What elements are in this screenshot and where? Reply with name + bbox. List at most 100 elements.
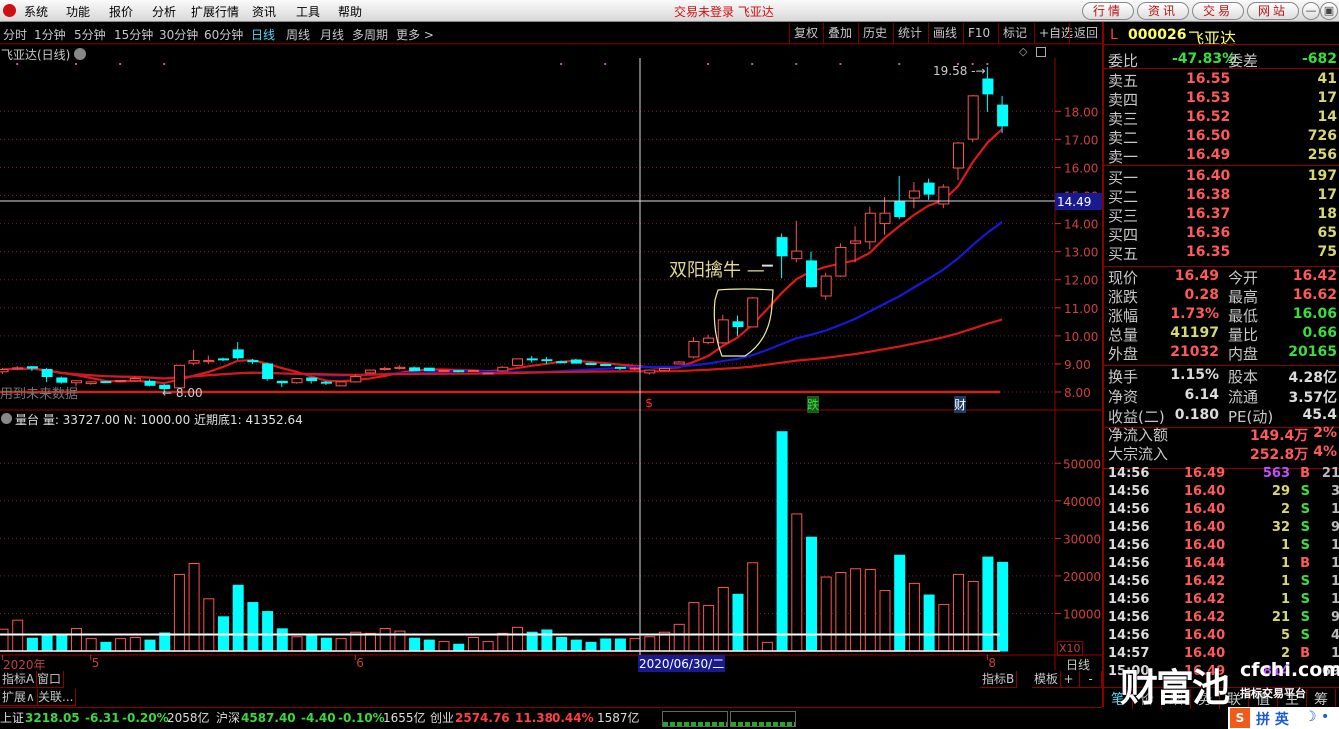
ime-toolbar[interactable]: S 拼 英 ☽ • <box>1228 707 1339 729</box>
toolbar-button[interactable]: 返回 <box>1069 23 1102 43</box>
volume-bar <box>585 641 597 652</box>
price-tick-label: 9.00 <box>1064 358 1091 372</box>
index-name[interactable]: 沪深 <box>216 708 240 728</box>
ime-mode[interactable]: 拼 英 <box>1256 709 1289 729</box>
index-name[interactable]: 上证 <box>0 708 24 728</box>
volume-bar <box>688 602 700 652</box>
panel-toggle-icon[interactable] <box>1036 47 1046 57</box>
order-level-label: 卖三 <box>1108 110 1139 128</box>
volume-bar <box>85 638 97 652</box>
event-marker[interactable]: 跌 <box>807 396 820 413</box>
flow-value: 252.8万 <box>1250 447 1309 463</box>
volume-bar <box>409 637 421 652</box>
trade-price: 16.44 <box>1184 556 1226 571</box>
trade-direction: S <box>1300 502 1310 517</box>
menu-item[interactable]: 扩展行情 <box>191 3 239 20</box>
trade-row: 14:56 16.42 21 S 9 <box>1108 609 1339 627</box>
top-button[interactable]: 网站 <box>1247 2 1299 20</box>
menu-item[interactable]: 功能 <box>66 3 90 20</box>
trade-count: 1 <box>1330 502 1339 517</box>
candle-body <box>423 367 435 372</box>
weibi-label: 委比 <box>1108 52 1139 70</box>
price-tick-label: 18.00 <box>1064 105 1098 119</box>
menu-item[interactable]: 工具 <box>296 3 320 20</box>
chart-control-button[interactable]: 指标B <box>980 671 1018 688</box>
volume-dropdown-icon[interactable] <box>1 413 12 424</box>
menu-item[interactable]: 分析 <box>152 3 176 20</box>
trade-volume: 1 <box>1280 592 1290 607</box>
chart-control-button[interactable]: + <box>1058 671 1080 688</box>
restore-icon[interactable]: ▣ <box>1320 2 1338 20</box>
toolbar-button[interactable]: 叠加 <box>823 23 856 43</box>
stock-name: 飞亚达 <box>1188 29 1237 48</box>
period-tab[interactable]: 月线 <box>320 26 344 43</box>
candle <box>26 366 38 371</box>
moon-icon[interactable]: ☽ • <box>1304 709 1329 725</box>
candle-body <box>188 360 200 364</box>
market-breadth-icon <box>662 711 728 727</box>
menu-item[interactable]: 系统 <box>24 3 48 20</box>
index-change: -6.31 <box>85 711 120 725</box>
order-level-label: 买五 <box>1108 245 1139 263</box>
order-volume: 197 <box>1307 168 1337 184</box>
bottom-tab[interactable]: 扩展∧ <box>0 689 38 706</box>
event-marker[interactable]: 财 <box>954 396 967 413</box>
bottom-tab[interactable]: 关联... <box>36 689 77 706</box>
period-tab[interactable]: 多周期 <box>352 26 388 43</box>
bottom-tab[interactable]: 窗口 <box>35 671 65 688</box>
period-tab[interactable]: 更多 > <box>396 26 434 43</box>
candle <box>262 362 274 381</box>
event-marker[interactable]: $ <box>645 396 653 410</box>
index-name[interactable]: 创业 <box>430 708 454 728</box>
menu-item[interactable]: 资讯 <box>252 3 276 20</box>
fundamental-value: 4.28亿 <box>1288 370 1337 386</box>
top-button[interactable]: 资讯 <box>1137 2 1189 20</box>
kline-chart[interactable]: 8.009.0010.0011.0012.0013.0014.0015.0016… <box>0 44 1102 670</box>
volume-bar <box>56 635 68 652</box>
chart-control-button[interactable]: 模板 <box>1032 671 1062 688</box>
toolbar-button[interactable]: F10 <box>963 23 994 43</box>
draw-diamond-icon[interactable]: ◇ <box>1019 45 1027 58</box>
trade-time: 14:56 <box>1108 502 1150 517</box>
chart-dropdown-icon[interactable] <box>74 48 86 60</box>
signal-dot <box>707 63 710 65</box>
toolbar-button[interactable]: 统计 <box>893 23 926 43</box>
period-tab[interactable]: 60分钟 <box>204 26 243 43</box>
trade-volume: 32 <box>1271 520 1290 535</box>
chart-control-button[interactable]: - <box>1080 671 1102 688</box>
order-level-label: 买二 <box>1108 188 1139 206</box>
bottom-tab[interactable]: 指标A <box>0 671 38 688</box>
top-button[interactable]: 交易 <box>1192 2 1244 20</box>
trade-volume: 1 <box>1280 538 1290 553</box>
period-tab[interactable]: 5分钟 <box>74 26 106 43</box>
period-tab[interactable]: 分时 <box>3 26 27 43</box>
menu-item[interactable]: 报价 <box>109 3 133 20</box>
toolbar-button[interactable]: 画线 <box>928 23 961 43</box>
period-tab[interactable]: 日线 <box>251 26 275 43</box>
candle <box>218 357 229 362</box>
top-button[interactable]: 行情 <box>1082 2 1134 20</box>
menu-item[interactable]: 帮助 <box>338 3 362 20</box>
volume-bar <box>776 431 788 652</box>
period-tab[interactable]: 周线 <box>286 26 310 43</box>
trade-price: 16.40 <box>1184 502 1226 517</box>
index-amount: 1587亿 <box>597 711 640 725</box>
period-tab[interactable]: 1分钟 <box>34 26 66 43</box>
order-level-label: 卖一 <box>1108 148 1139 166</box>
candle <box>438 369 450 372</box>
stat-value: 16.42 <box>1292 268 1337 284</box>
minimize-icon[interactable]: — <box>1302 2 1320 20</box>
trade-count: 1 <box>1330 574 1339 589</box>
date-label: 8 <box>988 656 997 670</box>
toolbar-button[interactable]: 复权 <box>789 23 822 43</box>
period-tab[interactable]: 15分钟 <box>114 26 153 43</box>
candle-body <box>526 358 538 361</box>
trade-price: 16.42 <box>1184 574 1226 589</box>
index-percent: 0.44% <box>552 711 594 725</box>
candle <box>144 379 156 387</box>
toolbar-button[interactable]: 历史 <box>858 23 891 43</box>
period-tab[interactable]: 30分钟 <box>159 26 198 43</box>
flow-value: 149.4万 <box>1250 428 1309 444</box>
toolbar-button[interactable]: 标记 <box>998 23 1031 43</box>
candle-body <box>379 367 391 371</box>
